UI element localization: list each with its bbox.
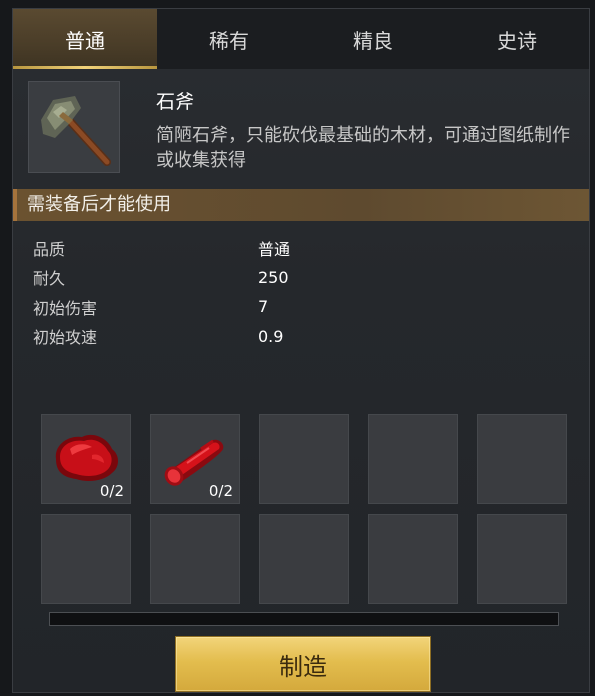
requirement-banner: 需装备后才能使用 [13,189,589,221]
tab-fine[interactable]: 精良 [301,9,445,69]
tab-common[interactable]: 普通 [13,9,157,69]
material-slot[interactable] [477,414,567,504]
tab-rare[interactable]: 稀有 [157,9,301,69]
material-slot[interactable] [477,514,567,604]
material-count: 0/2 [99,482,124,500]
tab-epic[interactable]: 史诗 [445,9,589,69]
crafting-panel: 普通 稀有 精良 史诗 石斧 简陋石斧，只能砍伐最基础的木材，可通过图纸制作或收… [12,8,590,693]
stats-list: 品质 普通 耐久 250 初始伤害 7 初始攻速 0.9 [33,233,573,351]
material-slot[interactable] [368,514,458,604]
stat-label: 品质 [33,239,66,259]
material-slot[interactable]: 0/2 [41,414,131,504]
craft-button[interactable]: 制造 [175,636,431,692]
rarity-tabs: 普通 稀有 精良 史诗 [13,9,589,69]
material-slot[interactable] [150,514,240,604]
craft-progress-bar [49,612,559,626]
material-slot[interactable] [368,414,458,504]
stat-value: 250 [258,267,289,287]
stat-label: 初始伤害 [33,298,98,318]
stat-row-attack-speed: 初始攻速 0.9 [33,322,573,352]
material-count: 0/2 [208,482,233,500]
stone-axe-icon [28,81,120,173]
stat-value: 0.9 [258,326,284,346]
material-slot[interactable] [259,414,349,504]
item-name: 石斧 [156,91,195,113]
stat-row-damage: 初始伤害 7 [33,292,573,322]
material-slot[interactable] [41,514,131,604]
item-info: 石斧 简陋石斧，只能砍伐最基础的木材，可通过图纸制作或收集获得 [13,69,589,187]
stat-row-quality: 品质 普通 [33,233,573,263]
stat-label: 初始攻速 [33,328,98,348]
stat-row-durability: 耐久 250 [33,263,573,293]
material-slot[interactable]: 0/2 [150,414,240,504]
material-slot[interactable] [259,514,349,604]
stat-label: 耐久 [33,269,66,289]
item-description: 简陋石斧，只能砍伐最基础的木材，可通过图纸制作或收集获得 [156,125,570,171]
stat-value: 7 [258,297,269,317]
stat-value: 普通 [258,239,291,259]
